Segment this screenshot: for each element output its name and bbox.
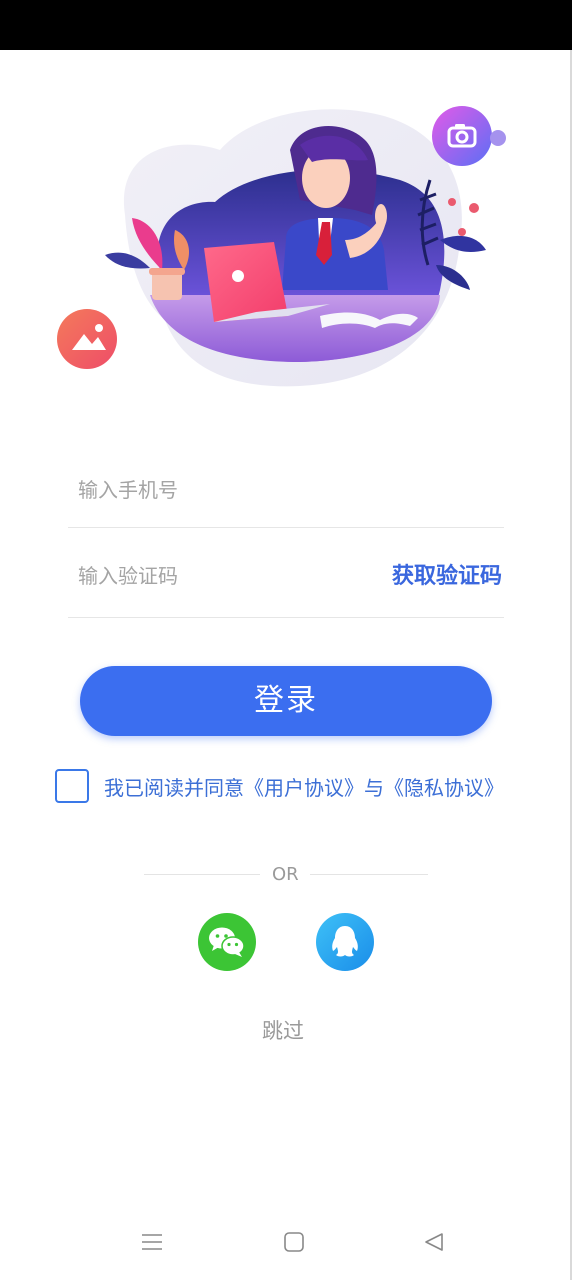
agreement-checkbox[interactable] — [55, 769, 89, 803]
menu-icon — [142, 1234, 162, 1250]
skip-button[interactable]: 跳过 — [262, 1015, 304, 1045]
divider-right — [310, 874, 428, 875]
back-icon — [425, 1233, 443, 1251]
nav-menu-button[interactable] — [140, 1230, 164, 1258]
divider-left — [144, 874, 260, 875]
nav-back-button[interactable] — [422, 1230, 446, 1258]
phone-input-underline — [68, 527, 504, 528]
qq-login-button[interactable] — [316, 913, 374, 971]
wechat-login-button[interactable] — [198, 913, 256, 971]
code-input[interactable]: 输入验证码 — [78, 560, 178, 589]
divider-label: OR — [272, 864, 299, 885]
agreement-text[interactable]: 我已阅读并同意《用户协议》与《隐私协议》 — [104, 772, 504, 801]
phone-input[interactable]: 输入手机号 — [78, 474, 178, 503]
wechat-icon — [209, 927, 245, 957]
code-input-underline — [68, 617, 504, 618]
qq-icon — [332, 926, 358, 957]
hero-illustration — [0, 90, 572, 400]
login-button[interactable]: 登录 — [80, 666, 492, 736]
status-bar — [0, 0, 572, 50]
nav-home-button[interactable] — [282, 1230, 306, 1258]
get-code-button[interactable]: 获取验证码 — [392, 558, 502, 590]
home-icon — [284, 1232, 304, 1252]
